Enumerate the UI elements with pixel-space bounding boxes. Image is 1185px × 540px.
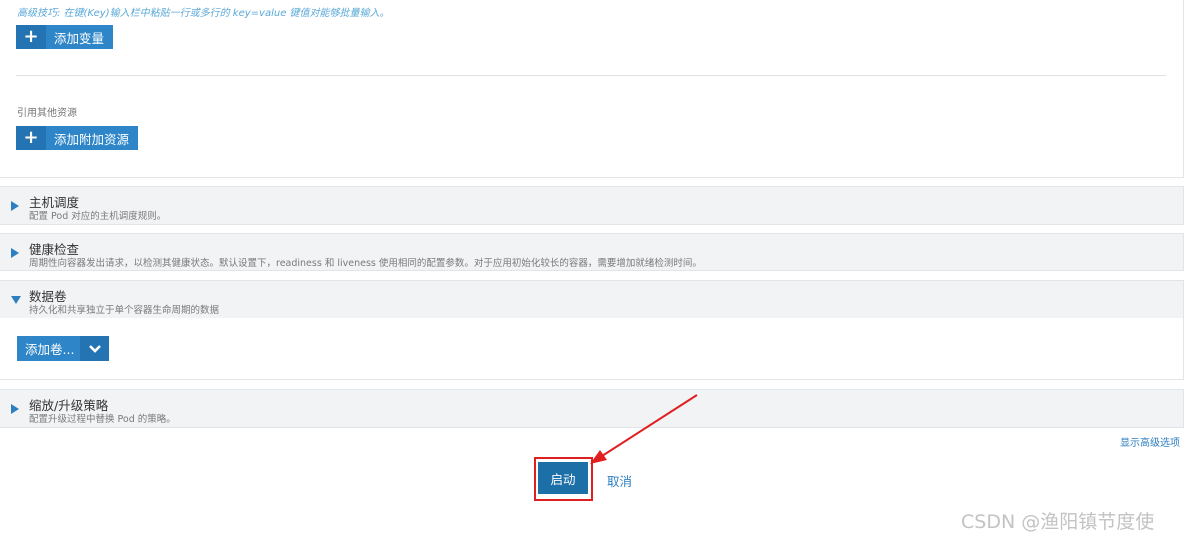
volumes-desc: 持久化和共享独立于单个容器生命周期的数据 [29,305,220,316]
health-panel-header[interactable]: 健康检查 周期性向容器发出请求，以检测其健康状态。默认设置下，readiness… [0,233,1184,271]
add-variable-button[interactable]: + 添加变量 [16,25,114,49]
health-desc: 周期性向容器发出请求，以检测其健康状态。默认设置下，readiness 和 li… [29,258,702,269]
add-volume-button[interactable]: 添加卷... [17,336,110,361]
scheduling-panel-header[interactable]: 主机调度 配置 Pod 对应的主机调度规则。 [0,186,1184,225]
watermark: CSDN @渔阳镇节度使 [961,511,1155,533]
add-resource-button[interactable]: + 添加附加资源 [16,126,139,150]
caret-right-icon [11,248,19,258]
add-resource-label: 添加附加资源 [54,131,130,147]
volumes-panel-body [0,318,1184,380]
plus-icon: + [16,126,46,150]
ref-resources-label: 引用其他资源 [17,108,77,119]
caret-down-icon [11,296,21,304]
caret-right-icon [11,404,19,414]
plus-icon: + [16,25,46,49]
add-variable-label: 添加变量 [54,30,105,46]
add-volume-label: 添加卷... [25,342,75,357]
scheduling-desc: 配置 Pod 对应的主机调度规则。 [29,211,167,222]
cancel-link[interactable]: 取消 [607,471,632,490]
upgrade-desc: 配置升级过程中替换 Pod 的策略。 [29,414,176,425]
show-advanced-link[interactable]: 显示高级选项 [1120,434,1180,449]
launch-button[interactable]: 启动 [538,462,588,494]
chevron-down-icon[interactable] [80,336,110,361]
caret-right-icon [11,201,19,211]
annotation-arrow [590,394,698,464]
divider [16,75,1166,76]
volumes-panel-header[interactable]: 数据卷 持久化和共享独立于单个容器生命周期的数据 [0,280,1184,319]
tip-text: 高级技巧: 在键(Key)输入栏中粘贴一行或多行的 key=value 键值对能… [17,8,390,19]
environment-card: 高级技巧: 在键(Key)输入栏中粘贴一行或多行的 key=value 键值对能… [0,0,1184,178]
